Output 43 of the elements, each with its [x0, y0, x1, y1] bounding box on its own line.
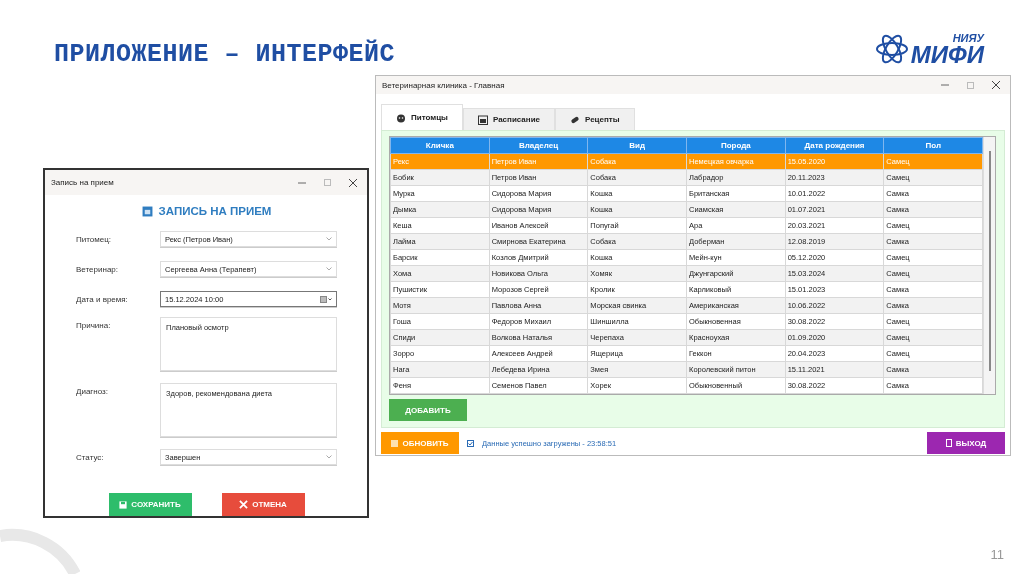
checkbox-icon: [467, 439, 474, 447]
cancel-button[interactable]: ОТМЕНА: [221, 493, 305, 516]
window-title: Запись на прием: [51, 178, 114, 187]
column-header: Пол: [883, 137, 983, 154]
close-icon: [349, 178, 357, 187]
column-header: Кличка: [390, 137, 490, 154]
window-title: Ветеринарная клиника - Главная: [382, 80, 505, 90]
close-icon: [239, 500, 249, 509]
calendar-icon: [141, 205, 153, 217]
slide-title: ПРИЛОЖЕНИЕ – ИНТЕРФЕЙС: [54, 40, 396, 69]
field-label: Дата и время:: [76, 294, 129, 304]
field-label: Статус:: [76, 452, 105, 462]
door-icon: [945, 439, 952, 447]
chevron-down-icon: [326, 237, 332, 241]
exit-button[interactable]: ВЫХОД: [927, 432, 1005, 454]
logo-caption: НИЯУ: [952, 32, 984, 44]
tab[interactable]: Расписание: [462, 108, 555, 130]
column-header: Дата рождения: [785, 137, 884, 154]
close-icon: [992, 81, 1000, 89]
animal-face-icon: [396, 112, 406, 123]
field-label: Питомец:: [76, 234, 112, 244]
minimize-icon: [941, 81, 949, 89]
tab[interactable]: Питомцы: [381, 104, 463, 130]
save-icon: [119, 500, 128, 509]
tab[interactable]: Рецепты: [555, 108, 635, 130]
chevron-down-icon: [326, 455, 332, 459]
column-header: Порода: [686, 137, 786, 154]
chevron-down-icon: [326, 267, 332, 271]
field-label: Ветеринар:: [76, 264, 119, 274]
maximize-icon: [324, 179, 331, 186]
calendar-dropdown-icon: [320, 295, 332, 303]
scrollbar[interactable]: [983, 137, 995, 394]
field-label: Причина:: [76, 320, 112, 330]
dialog-heading: ЗАПИСЬ НА ПРИЕМ: [158, 205, 272, 217]
page-number: 11: [990, 547, 1004, 562]
pill-icon: [570, 114, 580, 125]
column-header: Владелец: [489, 137, 588, 154]
atom-logo-icon: [874, 32, 909, 66]
maximize-icon: [967, 81, 974, 89]
logo-wordmark: МИФИ: [910, 44, 984, 66]
calendar-icon: [477, 114, 488, 125]
column-header: Вид: [587, 137, 687, 154]
field-label: Диагноз:: [76, 386, 109, 396]
